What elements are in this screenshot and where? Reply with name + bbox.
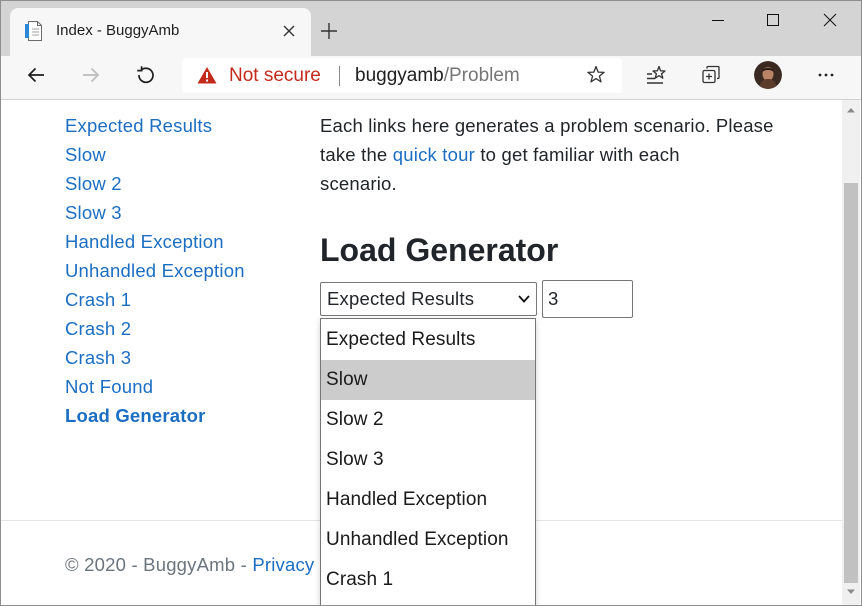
- page-title: Load Generator: [320, 232, 559, 268]
- nav-link-unhandled-exception[interactable]: Unhandled Exception: [65, 256, 245, 285]
- maximize-icon[interactable]: [763, 10, 783, 30]
- address-bar[interactable]: Not secure buggyamb/Problem: [182, 58, 622, 93]
- vertical-scrollbar[interactable]: [842, 100, 860, 605]
- browser-window: Index - BuggyAmb Not secure buggyamb/Pro…: [0, 0, 862, 606]
- scenario-nav: Expected Results Slow Slow 2 Slow 3 Hand…: [65, 111, 245, 430]
- quick-tour-link[interactable]: quick tour: [393, 144, 475, 165]
- avatar[interactable]: [754, 61, 782, 89]
- intro-line-1: Each links here generates a problem scen…: [320, 115, 774, 136]
- more-horizontal-icon[interactable]: [816, 65, 836, 85]
- arrow-right-icon[interactable]: [81, 65, 101, 85]
- triangle-down-icon[interactable]: [845, 588, 857, 596]
- option-slow-2[interactable]: Slow 2: [321, 400, 535, 440]
- nav-link-slow-3[interactable]: Slow 3: [65, 198, 245, 227]
- option-handled-exception[interactable]: Handled Exception: [321, 480, 535, 520]
- security-status[interactable]: Not secure: [229, 58, 321, 93]
- url-path: /Problem: [443, 65, 520, 86]
- scrollbar-thumb[interactable]: [844, 183, 858, 583]
- address-separator: [339, 66, 340, 86]
- warning-triangle-icon[interactable]: [197, 66, 217, 84]
- chevron-down-icon: [518, 295, 530, 303]
- collections-icon[interactable]: [701, 65, 721, 85]
- nav-link-crash-3[interactable]: Crash 3: [65, 343, 245, 372]
- arrow-left-icon[interactable]: [26, 65, 46, 85]
- tab-title: Index - BuggyAmb: [56, 22, 180, 39]
- close-icon[interactable]: [820, 10, 840, 30]
- request-count-input[interactable]: [542, 280, 633, 318]
- plus-icon[interactable]: [319, 21, 339, 41]
- nav-link-handled-exception[interactable]: Handled Exception: [65, 227, 245, 256]
- page-icon: [25, 21, 42, 41]
- option-expected-results[interactable]: Expected Results: [321, 320, 535, 360]
- footer-copyright: © 2020 - BuggyAmb -: [65, 554, 247, 575]
- nav-link-expected-results[interactable]: Expected Results: [65, 111, 245, 140]
- close-icon[interactable]: [281, 23, 297, 39]
- refresh-icon[interactable]: [136, 65, 156, 85]
- scenario-select[interactable]: Expected Results: [320, 282, 537, 316]
- scenario-select-value: Expected Results: [327, 288, 475, 309]
- nav-link-slow-2[interactable]: Slow 2: [65, 169, 245, 198]
- browser-toolbar: Not secure buggyamb/Problem: [0, 56, 862, 100]
- triangle-up-icon[interactable]: [845, 106, 857, 114]
- url-host: buggyamb: [355, 65, 444, 86]
- nav-link-not-found[interactable]: Not Found: [65, 372, 245, 401]
- intro-text: Each links here generates a problem scen…: [320, 111, 774, 198]
- option-unhandled-exception[interactable]: Unhandled Exception: [321, 520, 535, 560]
- intro-line-3: scenario.: [320, 173, 397, 194]
- option-slow[interactable]: Slow: [321, 360, 535, 400]
- minimize-icon[interactable]: [708, 10, 728, 30]
- title-bar: Index - BuggyAmb: [0, 0, 862, 56]
- star-icon[interactable]: [586, 65, 606, 85]
- page-content: Expected Results Slow Slow 2 Slow 3 Hand…: [0, 100, 842, 605]
- nav-link-load-generator[interactable]: Load Generator: [65, 401, 245, 430]
- favorites-icon[interactable]: [646, 65, 666, 85]
- nav-link-slow[interactable]: Slow: [65, 140, 245, 169]
- nav-link-crash-1[interactable]: Crash 1: [65, 285, 245, 314]
- intro-line-2-start: take the: [320, 144, 388, 165]
- active-tab[interactable]: Index - BuggyAmb: [10, 8, 311, 56]
- option-slow-3[interactable]: Slow 3: [321, 440, 535, 480]
- privacy-link[interactable]: Privacy: [252, 554, 314, 575]
- intro-line-2-end: to get familiar with each: [480, 144, 680, 165]
- scenario-dropdown-list: Expected Results Slow Slow 2 Slow 3 Hand…: [320, 318, 536, 605]
- footer: © 2020 - BuggyAmb - Privacy: [65, 550, 314, 579]
- nav-link-crash-2[interactable]: Crash 2: [65, 314, 245, 343]
- option-crash-1[interactable]: Crash 1: [321, 560, 535, 600]
- url-text[interactable]: buggyamb/Problem: [355, 58, 520, 93]
